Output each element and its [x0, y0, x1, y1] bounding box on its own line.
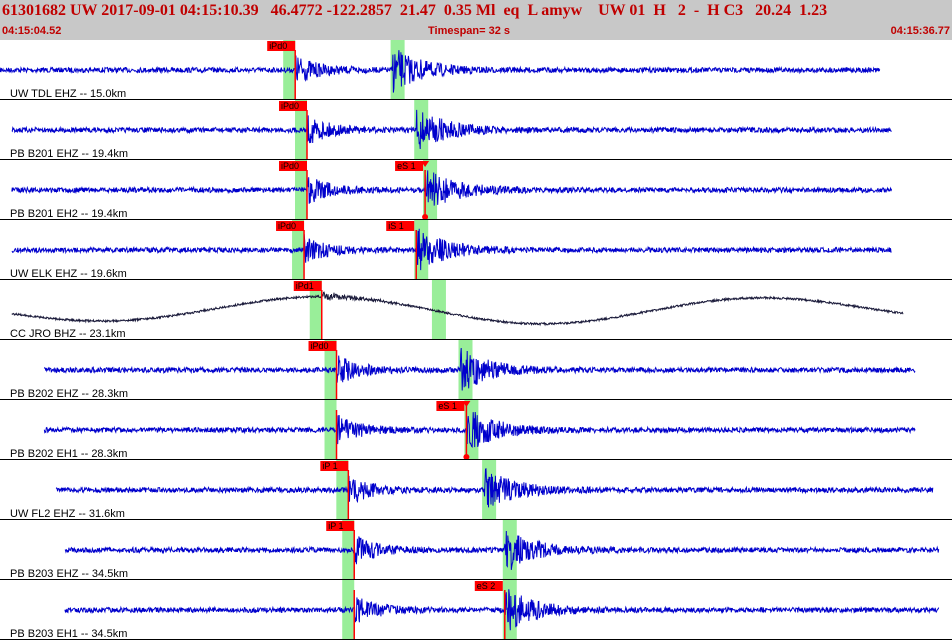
start-time-label: 04:15:04.52	[2, 25, 62, 37]
end-time-label: 04:15:36.77	[890, 25, 950, 37]
station-label: UW ELK EHZ -- 19.6km	[10, 268, 127, 280]
pick-label: iPd0	[281, 161, 299, 171]
pick-label: iPd1	[296, 281, 314, 291]
waveform-trace	[11, 170, 892, 206]
station-label: PB B202 EH1 -- 28.3km	[10, 448, 127, 460]
waveform-trace	[0, 50, 881, 93]
event-summary-line: 61301682 UW 2017-09-01 04:15:10.39 46.47…	[2, 2, 828, 19]
event-header: 61301682 UW 2017-09-01 04:15:10.39 46.47…	[0, 0, 952, 40]
waveform-trace	[11, 291, 904, 327]
waveform-trace	[43, 347, 916, 391]
station-label: PB B201 EH2 -- 19.4km	[10, 208, 127, 220]
pick-label: eS 1	[438, 401, 457, 411]
station-label: PB B203 EH1 -- 34.5km	[10, 628, 127, 640]
waveform-trace	[64, 530, 940, 570]
station-label: PB B203 EHZ -- 34.5km	[10, 568, 128, 580]
seismogram-panel[interactable]: iPd0 UW TDL EHZ -- 15.0km iPd0 PB B201 EHZ …	[0, 40, 952, 640]
station-label: PB B202 EHZ -- 28.3km	[10, 388, 128, 400]
pick-label: iPd0	[311, 341, 329, 351]
station-label: CC JRO BHZ -- 23.1km	[10, 328, 126, 340]
pick-label: iPd0	[269, 41, 287, 51]
s-pick-label: eS 2	[477, 581, 496, 591]
station-label: UW TDL EHZ -- 15.0km	[10, 88, 126, 100]
waveform-trace	[11, 109, 892, 150]
waveform-trace	[11, 228, 892, 271]
waveform-trace	[43, 411, 916, 448]
pick-label: iP 1	[328, 521, 343, 531]
station-label: UW FL2 EHZ -- 31.6km	[10, 508, 125, 520]
timespan-label: Timespan= 32 s	[428, 25, 511, 37]
s-pick-label: iS 1	[388, 221, 404, 231]
s-pick-label: eS 1	[397, 161, 416, 171]
pick-label: iPd0	[278, 221, 296, 231]
pick-label: iP 1	[322, 461, 337, 471]
waveform-trace	[64, 589, 940, 631]
pick-label: iPd0	[281, 101, 299, 111]
station-label: PB B201 EHZ -- 19.4km	[10, 148, 128, 160]
